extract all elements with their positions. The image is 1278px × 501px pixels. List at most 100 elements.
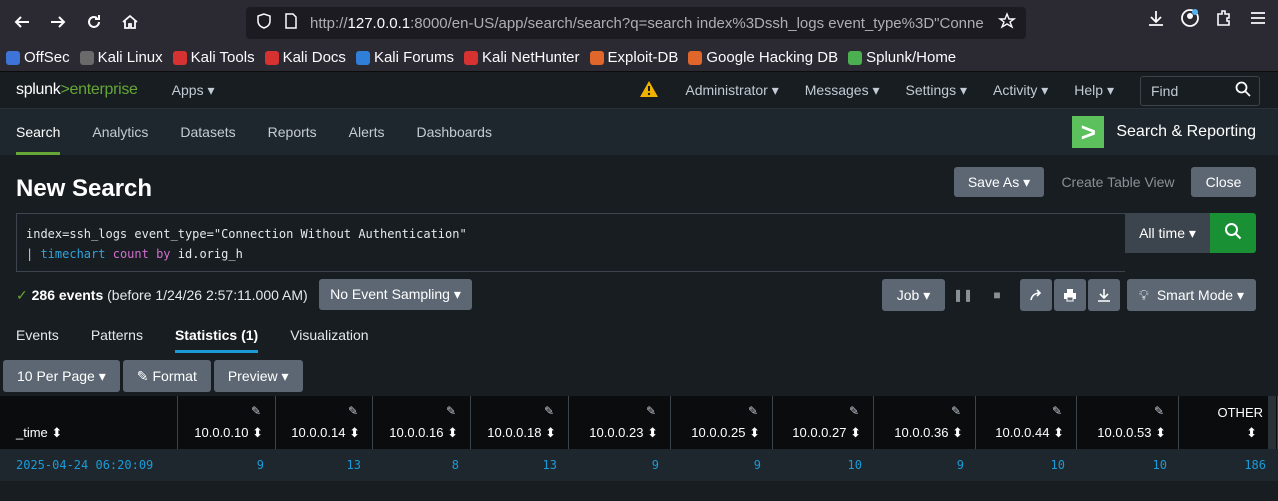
bookmark-favicon-icon bbox=[264, 50, 279, 65]
stop-icon[interactable]: ■ bbox=[986, 279, 1008, 311]
table-cell[interactable]: 13 bbox=[276, 458, 373, 472]
activity-menu[interactable]: Activity ▾ bbox=[993, 82, 1048, 99]
per-page-dropdown[interactable]: 10 Per Page ▾ bbox=[3, 360, 120, 392]
column-header[interactable]: ✎ 10.0.0.27 ⬍ bbox=[773, 396, 874, 449]
column-header[interactable]: _time ⬍ bbox=[0, 396, 178, 449]
pencil-icon[interactable]: ✎ bbox=[849, 404, 859, 418]
forward-icon[interactable] bbox=[44, 8, 72, 36]
column-label: 10.0.0.16 ⬍ bbox=[389, 425, 458, 440]
table-toolbar: 10 Per Page ▾ ✎ Format Preview ▾ bbox=[3, 360, 303, 392]
table-cell[interactable]: 10 bbox=[773, 458, 874, 472]
column-header[interactable]: OTHER ⬍ bbox=[1179, 396, 1278, 449]
table-cell[interactable]: 186 bbox=[1179, 458, 1278, 472]
download-icon[interactable] bbox=[1146, 8, 1166, 33]
settings-menu[interactable]: Settings ▾ bbox=[906, 82, 968, 99]
column-label: OTHER bbox=[1217, 405, 1264, 420]
bookmark-item[interactable]: Kali Linux bbox=[79, 49, 163, 66]
tab-datasets[interactable]: Datasets bbox=[164, 109, 251, 155]
pencil-icon[interactable]: ✎ bbox=[1154, 404, 1164, 418]
table-cell[interactable]: 9 bbox=[874, 458, 976, 472]
bookmark-favicon-icon bbox=[6, 50, 20, 65]
column-header[interactable]: ✎ 10.0.0.14 ⬍ bbox=[276, 396, 373, 449]
preview-dropdown[interactable]: Preview ▾ bbox=[213, 360, 303, 392]
bookmark-item[interactable]: Kali Forums bbox=[355, 49, 454, 66]
pencil-icon[interactable]: ✎ bbox=[348, 404, 358, 418]
bookmark-item[interactable]: Kali Docs bbox=[264, 49, 346, 66]
pencil-icon[interactable]: ✎ bbox=[1052, 404, 1062, 418]
pencil-icon[interactable]: ✎ bbox=[544, 404, 554, 418]
bookmark-item[interactable]: Kali NetHunter bbox=[463, 49, 580, 66]
warning-icon[interactable] bbox=[639, 80, 659, 101]
tab-visualization[interactable]: Visualization bbox=[274, 320, 384, 353]
messages-menu[interactable]: Messages ▾ bbox=[805, 82, 880, 99]
print-icon[interactable] bbox=[1054, 279, 1086, 311]
time-range-picker[interactable]: All time ▾ bbox=[1125, 213, 1210, 253]
search-query-input[interactable]: index=ssh_logs event_type="Connection Wi… bbox=[16, 213, 1125, 272]
column-header[interactable]: ✎ 10.0.0.10 ⬍ bbox=[178, 396, 276, 449]
find-input[interactable]: Find bbox=[1140, 75, 1260, 106]
tab-reports[interactable]: Reports bbox=[252, 109, 333, 155]
bookmark-favicon-icon bbox=[79, 50, 94, 65]
pencil-icon[interactable]: ✎ bbox=[951, 404, 961, 418]
bookmark-label: Kali Linux bbox=[97, 49, 163, 66]
pencil-icon[interactable]: ✎ bbox=[446, 404, 456, 418]
table-cell[interactable]: 10 bbox=[1077, 458, 1179, 472]
tab-search[interactable]: Search bbox=[0, 109, 76, 155]
table-cell[interactable]: 8 bbox=[373, 458, 471, 472]
url-bar[interactable]: http://127.0.0.1:8000/en-US/app/search/s… bbox=[246, 7, 1026, 39]
table-cell[interactable]: 9 bbox=[671, 458, 773, 472]
close-button[interactable]: Close bbox=[1191, 167, 1256, 197]
table-scrollbar[interactable] bbox=[1268, 396, 1276, 449]
tab-events[interactable]: Events bbox=[0, 320, 75, 353]
tab-analytics[interactable]: Analytics bbox=[76, 109, 164, 155]
column-header[interactable]: ✎ 10.0.0.53 ⬍ bbox=[1077, 396, 1179, 449]
tab-dashboards[interactable]: Dashboards bbox=[400, 109, 508, 155]
extensions-icon[interactable] bbox=[1214, 8, 1234, 33]
save-as-button[interactable]: Save As ▾ bbox=[954, 167, 1044, 197]
search-mode-dropdown[interactable]: 💡︎ Smart Mode ▾ bbox=[1127, 279, 1256, 311]
column-label: 10.0.0.25 ⬍ bbox=[691, 425, 760, 440]
bookmark-item[interactable]: Kali Tools bbox=[172, 49, 255, 66]
back-icon[interactable] bbox=[8, 8, 36, 36]
sort-icon[interactable]: ⬍ bbox=[1246, 425, 1257, 441]
pencil-icon[interactable]: ✎ bbox=[748, 404, 758, 418]
format-button[interactable]: ✎ Format bbox=[122, 360, 211, 392]
administrator-menu[interactable]: Administrator ▾ bbox=[685, 82, 778, 99]
job-menu-button[interactable]: Job ▾ bbox=[882, 279, 945, 311]
tab-patterns[interactable]: Patterns bbox=[75, 320, 159, 353]
export-icon[interactable] bbox=[1088, 279, 1120, 311]
tab-alerts[interactable]: Alerts bbox=[333, 109, 401, 155]
splunk-logo[interactable]: splunk>enterprise bbox=[16, 81, 138, 99]
page-title: New Search bbox=[16, 175, 153, 202]
table-cell[interactable]: 2025-04-24 06:20:09 bbox=[0, 458, 178, 472]
column-header[interactable]: ✎ 10.0.0.36 ⬍ bbox=[874, 396, 976, 449]
reload-icon[interactable] bbox=[80, 8, 108, 36]
create-table-view-button[interactable]: Create Table View bbox=[1054, 167, 1182, 197]
table-cell[interactable]: 10 bbox=[976, 458, 1077, 472]
table-cell[interactable]: 13 bbox=[471, 458, 569, 472]
column-header[interactable]: ✎ 10.0.0.25 ⬍ bbox=[671, 396, 773, 449]
apps-menu[interactable]: Apps ▾ bbox=[172, 82, 215, 99]
tab-statistics[interactable]: Statistics (1) bbox=[159, 320, 274, 353]
home-icon[interactable] bbox=[116, 8, 144, 36]
column-header[interactable]: ✎ 10.0.0.18 ⬍ bbox=[471, 396, 569, 449]
column-header[interactable]: ✎ 10.0.0.44 ⬍ bbox=[976, 396, 1077, 449]
hamburger-menu-icon[interactable] bbox=[1248, 8, 1268, 33]
pencil-icon[interactable]: ✎ bbox=[251, 404, 261, 418]
share-icon[interactable] bbox=[1020, 279, 1052, 311]
pencil-icon[interactable]: ✎ bbox=[646, 404, 656, 418]
star-icon[interactable] bbox=[997, 12, 1017, 34]
table-cell[interactable]: 9 bbox=[569, 458, 671, 472]
table-cell[interactable]: 9 bbox=[178, 458, 276, 472]
event-sampling-dropdown[interactable]: No Event Sampling ▾ bbox=[319, 279, 472, 310]
account-icon[interactable] bbox=[1180, 8, 1200, 33]
column-header[interactable]: ✎ 10.0.0.23 ⬍ bbox=[569, 396, 671, 449]
bookmark-item[interactable]: Exploit-DB bbox=[589, 49, 678, 66]
pause-icon[interactable]: ❚❚ bbox=[952, 279, 974, 311]
bookmark-item[interactable]: Splunk/Home bbox=[848, 49, 956, 66]
help-menu[interactable]: Help ▾ bbox=[1074, 82, 1114, 99]
bookmark-item[interactable]: Google Hacking DB bbox=[688, 49, 838, 66]
column-header[interactable]: ✎ 10.0.0.16 ⬍ bbox=[373, 396, 471, 449]
bookmark-item[interactable]: OffSec bbox=[6, 49, 70, 66]
search-submit-button[interactable] bbox=[1210, 213, 1256, 253]
